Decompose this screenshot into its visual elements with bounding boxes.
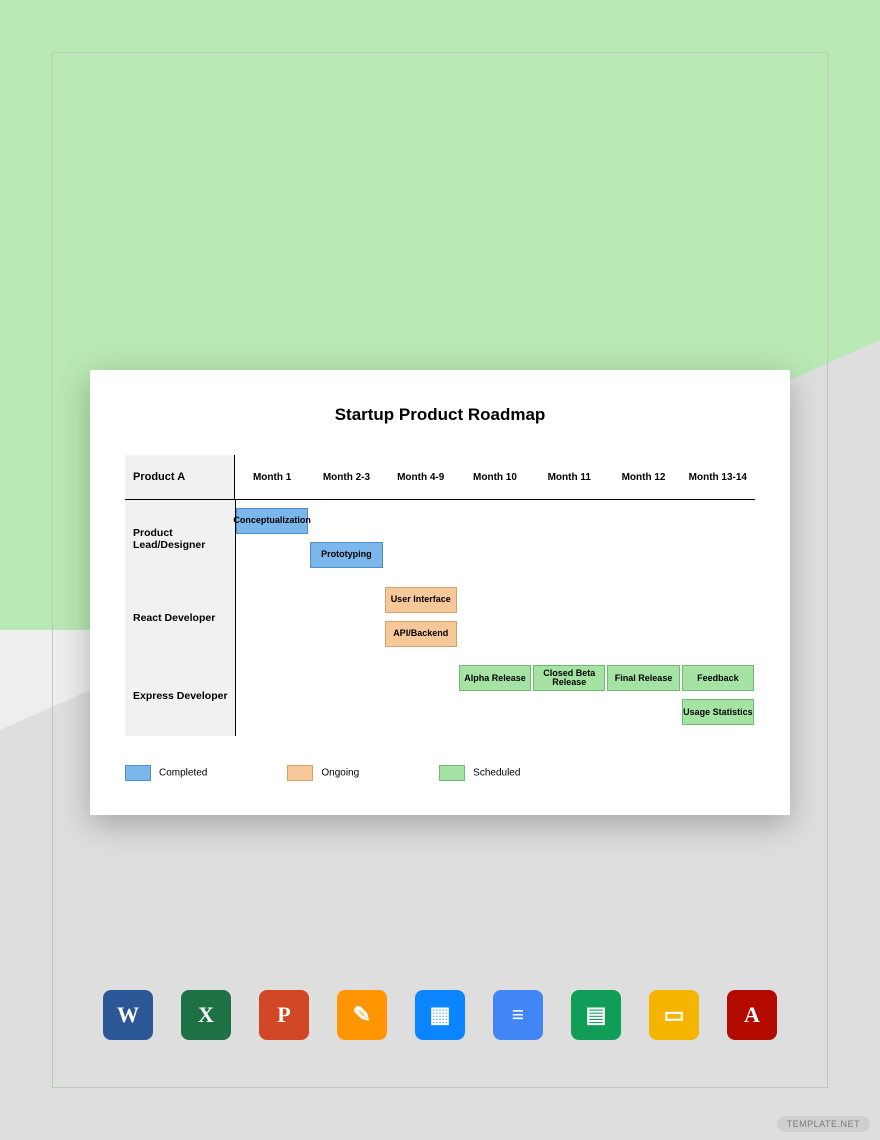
month-col: Month 2-3 <box>309 455 383 499</box>
gantt-area: ConceptualizationPrototypingUser Interfa… <box>236 500 755 736</box>
legend-item: Completed <box>125 765 207 781</box>
word-icon[interactable]: W <box>103 990 153 1040</box>
powerpoint-icon[interactable]: P <box>259 990 309 1040</box>
legend-label: Ongoing <box>321 768 359 779</box>
role-label: Express Developer <box>125 657 235 736</box>
role-label: Product Lead/Designer <box>125 500 235 579</box>
gantt-bar: API/Backend <box>385 621 457 647</box>
month-col: Month 12 <box>606 455 680 499</box>
gantt-header-row: Product A Month 1 Month 2-3 Month 4-9 Mo… <box>125 455 755 500</box>
document-preview: Startup Product Roadmap Product A Month … <box>90 370 790 815</box>
pdf-icon[interactable]: A <box>727 990 777 1040</box>
excel-icon[interactable]: X <box>181 990 231 1040</box>
legend-label: Scheduled <box>473 768 520 779</box>
month-col: Month 10 <box>458 455 532 499</box>
gantt-bar: Feedback <box>682 665 754 691</box>
month-col: Month 1 <box>235 455 309 499</box>
gantt-chart: Product A Month 1 Month 2-3 Month 4-9 Mo… <box>125 455 755 735</box>
month-col: Month 11 <box>532 455 606 499</box>
keynote-icon[interactable]: ▦ <box>415 990 465 1040</box>
legend-item: Scheduled <box>439 765 520 781</box>
gantt-bar: Conceptualization <box>236 508 308 534</box>
month-col: Month 4-9 <box>384 455 458 499</box>
gantt-bar: Final Release <box>607 665 679 691</box>
gantt-bar: Closed Beta Release <box>533 665 605 691</box>
pages-icon[interactable]: ✎ <box>337 990 387 1040</box>
gantt-bar: User Interface <box>385 587 457 613</box>
stage: Startup Product Roadmap Product A Month … <box>0 0 880 1140</box>
gantt-bar: Prototyping <box>310 542 382 568</box>
role-label: React Developer <box>125 579 235 658</box>
format-icons-row: WXP ✎ ▦ ≡ ▤ ▭ A <box>0 990 880 1040</box>
slides-icon[interactable]: ▭ <box>649 990 699 1040</box>
legend-swatch-scheduled <box>439 765 465 781</box>
gantt-bar: Usage Statistics <box>682 699 754 725</box>
gantt-body: Product Lead/Designer React Developer Ex… <box>125 500 755 736</box>
month-col: Month 13-14 <box>681 455 755 499</box>
docs-icon[interactable]: ≡ <box>493 990 543 1040</box>
watermark: TEMPLATE.NET <box>777 1116 870 1132</box>
sheets-icon[interactable]: ▤ <box>571 990 621 1040</box>
legend: Completed Ongoing Scheduled <box>125 765 520 781</box>
role-column: Product Lead/Designer React Developer Ex… <box>125 500 236 736</box>
legend-swatch-completed <box>125 765 151 781</box>
legend-item: Ongoing <box>287 765 359 781</box>
chart-title: Startup Product Roadmap <box>90 405 790 425</box>
legend-swatch-ongoing <box>287 765 313 781</box>
gantt-bar: Alpha Release <box>459 665 531 691</box>
row-header-cell: Product A <box>125 455 235 499</box>
legend-label: Completed <box>159 768 207 779</box>
